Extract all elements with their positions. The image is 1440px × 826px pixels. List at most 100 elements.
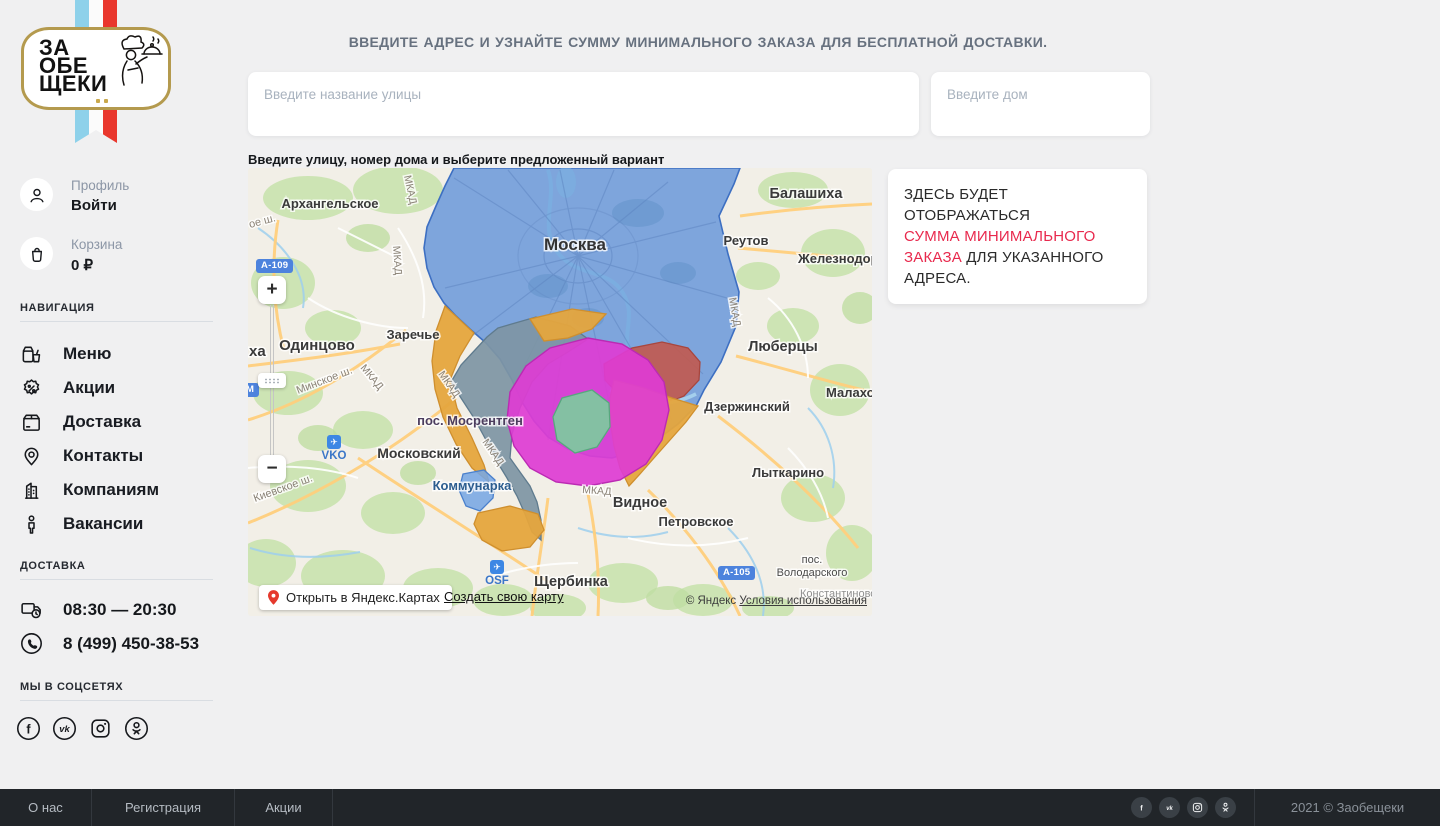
address-helper-text: Введите улицу, номер дома и выберите пре… [248,152,664,167]
odnoklassniki-icon[interactable] [124,716,149,741]
nav-section-header: НАВИГАЦИЯ [20,302,94,314]
sidebar-item-label: Доставка [63,412,141,432]
terms-of-use-link[interactable]: Условия использования [739,595,867,607]
delivery-section-header: ДОСТАВКА [20,560,85,572]
house-input[interactable] [931,72,1150,136]
footer-link-registration[interactable]: Регистрация [92,789,235,826]
map-label: Малаховка [826,385,872,400]
map-label: МКАД [582,484,612,498]
page: ЗА ОБЕ ЩЕКИ [0,0,1440,826]
phone-number: 8 (499) 450-38-53 [63,634,199,654]
map-label: Заречье [387,327,440,342]
vk-icon[interactable]: vk [1159,797,1180,818]
map-canvas: Москва Балашиха Реутов Железнодорожный Любер… [248,168,872,616]
map-label: Видное [613,495,667,511]
vk-icon[interactable]: vk [52,716,77,741]
logo[interactable]: ЗА ОБЕ ЩЕКИ [21,27,171,110]
plane-icon: ✈ [327,435,341,449]
map-label: Володарского [777,567,848,579]
sidebar-item-vacancies[interactable]: Вакансии [20,507,213,541]
map-label: Москва [544,235,607,254]
zoom-in-button[interactable]: + [258,276,286,304]
grip-dots-icon [264,377,280,385]
sidebar-item-label: Меню [63,344,111,364]
footer-link-about[interactable]: О нас [0,789,92,826]
facebook-icon[interactable]: f [16,716,41,741]
sidebar-item-promos[interactable]: Акции [20,371,213,405]
instagram-icon[interactable] [88,716,113,741]
facebook-icon[interactable]: f [1131,797,1152,818]
airport-ostafyevo: ✈ OSF [477,560,517,587]
street-input[interactable] [248,72,919,136]
delivery-time-icon [19,597,44,622]
phone-row[interactable]: 8 (499) 450-38-53 [19,631,199,656]
map-label: МКАД [390,245,404,275]
map-attribution: © Яндекс Условия использования [686,595,867,607]
info-card-text: ЗДЕСЬ БУДЕТ ОТОБРАЖАТЬСЯСУММА МИНИМАЛЬНО… [904,184,1131,289]
open-in-yandex-maps-button[interactable]: Открыть в Яндекс.Картах [259,585,452,610]
chef-illustration-icon [102,34,164,105]
road-badge-a109: А-109 [256,259,293,273]
sidebar-item-label: Компаниям [63,480,159,500]
working-hours: 08:30 — 20:30 [63,600,176,620]
airport-vnukovo: ✈ VKO [314,435,354,462]
nav-list: Меню Акции Доставка [20,337,213,541]
yandex-copyright: © Яндекс [686,595,736,607]
sidebar-item-companies[interactable]: Компаниям [20,473,213,507]
map-label: Архангельское [281,196,378,211]
profile-label: Профиль [71,178,129,193]
map-label: Люберцы [748,339,818,355]
page-title: ВВЕДИТЕ АДРЕС И УЗНАЙТЕ СУММУ МИНИМАЛЬНО… [248,34,1148,50]
delivery-zones-map[interactable]: Москва Балашиха Реутов Железнодорожный Любер… [248,168,872,616]
sidebar-item-contacts[interactable]: Контакты [20,439,213,473]
map-label: пос. [802,554,823,566]
cart-amount: 0 ₽ [71,256,122,274]
working-hours-row: 08:30 — 20:30 [19,597,176,622]
sidebar: ЗА ОБЕ ЩЕКИ [0,0,233,789]
map-label: Реутов [724,233,769,248]
footer-link-promos[interactable]: Акции [235,789,333,826]
cart-row[interactable]: Корзина 0 ₽ [20,237,122,274]
sidebar-item-delivery[interactable]: Доставка [20,405,213,439]
svg-text:vk: vk [1166,806,1173,812]
sidebar-item-label: Акции [63,378,115,398]
svg-text:f: f [26,722,31,736]
footer-social: f vk [1131,789,1254,826]
map-label: Дзержинский [704,399,790,414]
plane-icon: ✈ [490,560,504,574]
map-label: Одинцово [279,337,355,354]
location-pin-icon [20,445,43,468]
map-label: Петровское [658,514,733,529]
footer: О нас Регистрация Акции f vk 2021 © Заоб… [0,789,1440,826]
map-label: Коммунарка [433,478,513,493]
sidebar-item-label: Контакты [63,446,143,466]
building-icon [20,479,43,502]
footer-copyright: 2021 © Заобещеки [1254,789,1440,826]
map-label: Балашиха [770,186,844,202]
map-label: Московский [377,445,460,461]
map-label: Лыткарино [752,465,824,480]
sidebar-item-menu[interactable]: Меню [20,337,213,371]
road-badge-a105: А-105 [718,566,755,580]
divider [20,321,213,322]
svg-text:vk: vk [59,724,70,734]
zoom-slider-handle[interactable] [258,373,286,388]
person-standing-icon [20,513,43,536]
discount-badge-icon [20,377,43,400]
svg-text:f: f [1140,803,1143,812]
instagram-icon[interactable] [1187,797,1208,818]
map-label: ха [249,343,266,360]
create-own-map-link[interactable]: Создать свою карту [444,589,564,604]
odnoklassniki-icon[interactable] [1215,797,1236,818]
cart-icon [20,237,53,270]
phone-icon [19,631,44,656]
map-label: Железнодорожный [797,251,872,266]
map-label: Щербинка [534,574,609,590]
profile-row[interactable]: Профиль Войти [20,178,129,214]
map-label: пос. Мосрентген [417,413,523,428]
zoom-out-button[interactable]: − [258,455,286,483]
profile-icon [20,178,53,211]
logo-text: ЗА ОБЕ ЩЕКИ [39,39,107,93]
divider [20,700,213,701]
login-link[interactable]: Войти [71,197,129,214]
